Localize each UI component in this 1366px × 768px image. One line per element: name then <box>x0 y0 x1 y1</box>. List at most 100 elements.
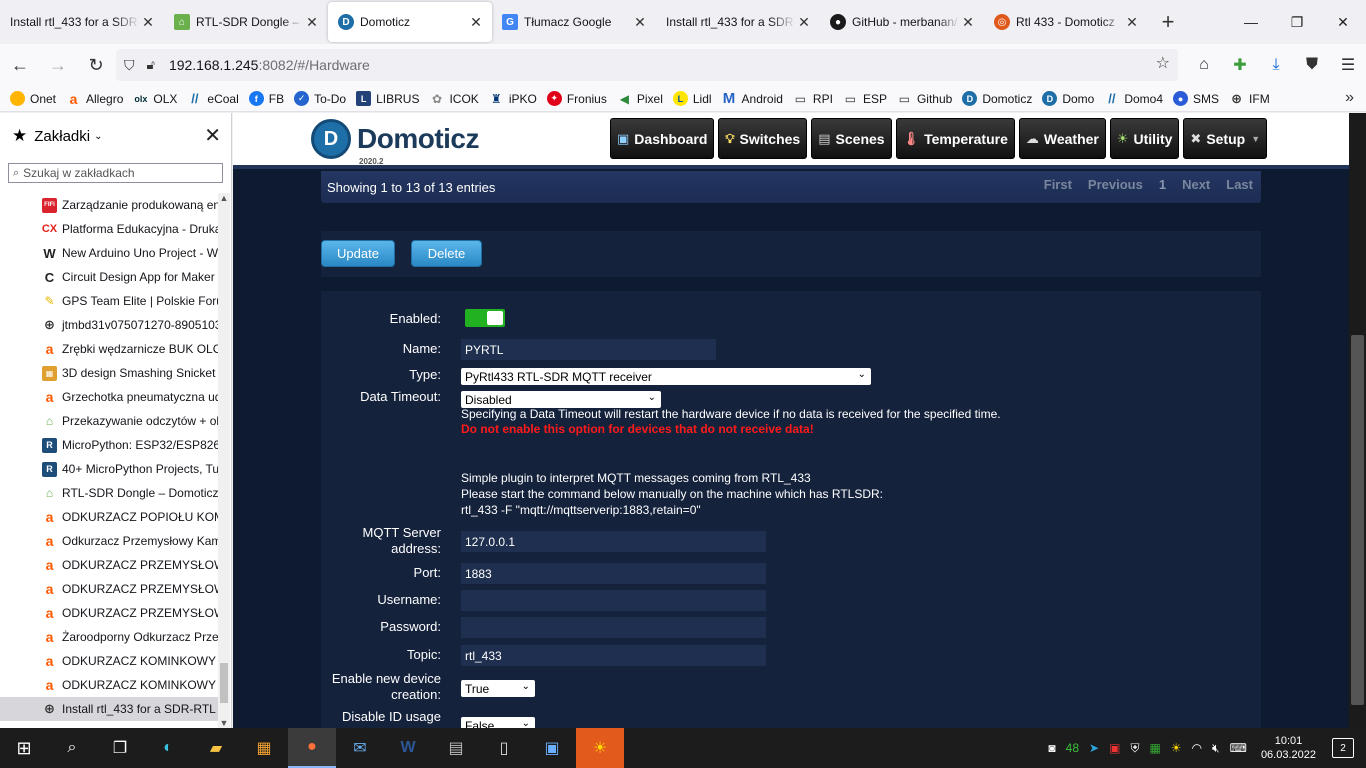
close-icon[interactable]: ✕ <box>632 14 648 31</box>
menu-scenes[interactable]: ▤ Scenes <box>811 118 892 159</box>
list-item[interactable]: R MicroPython: ESP32/ESP8266 <box>0 433 218 457</box>
menu-setup[interactable]: ✖ Setup ▼ <box>1183 118 1268 159</box>
scrollbar-thumb[interactable] <box>1351 335 1364 705</box>
home-icon[interactable]: ⌂ <box>1186 49 1222 81</box>
bookmark-star-icon[interactable]: ☆ <box>1156 53 1170 73</box>
bookmark-librus[interactable]: L LIBRUS <box>356 91 419 106</box>
close-window-icon[interactable]: ✕ <box>1320 0 1366 44</box>
port-input[interactable]: 1883 <box>461 563 766 584</box>
list-item[interactable]: ⊕ Install rtl_433 for a SDR-RTL D <box>0 697 218 721</box>
close-icon[interactable]: ✕ <box>960 14 976 31</box>
tray-app-icon[interactable]: ▣ <box>1109 741 1120 755</box>
list-item[interactable]: FIFI Zarządzanie produkowaną en <box>0 193 218 217</box>
bookmark-domo4[interactable]: // Domo4 <box>1104 91 1163 106</box>
task-view-icon[interactable]: ❐ <box>96 728 144 768</box>
defender-icon[interactable]: ⛨ <box>1130 741 1139 756</box>
maximize-icon[interactable]: ❐ <box>1274 0 1320 44</box>
bookmark-github[interactable]: ▭ Github <box>897 91 953 106</box>
speaker-muted-icon[interactable]: 🔇︎ <box>1212 741 1220 756</box>
firefox-icon[interactable]: ● <box>288 728 336 768</box>
file-explorer-icon[interactable]: ▰ <box>192 728 240 768</box>
pager-last[interactable]: Last <box>1222 177 1257 192</box>
download-icon[interactable]: ⤓ <box>1258 49 1294 81</box>
reload-icon[interactable]: ↻ <box>78 49 114 81</box>
pager-first[interactable]: First <box>1040 177 1076 192</box>
tab-domoticz[interactable]: D Domoticz ✕ <box>328 2 492 42</box>
new-device-select[interactable]: True ⌄ <box>461 680 535 697</box>
list-item[interactable]: a Odkurzacz Przemysłowy Kam <box>0 529 218 553</box>
ublock-icon[interactable]: ⛊ <box>1294 49 1330 81</box>
username-input[interactable] <box>461 590 766 611</box>
menu-temperature[interactable]: 🌡︎ Temperature <box>895 118 1015 159</box>
topic-input[interactable]: rtl_433 <box>461 645 766 666</box>
close-icon[interactable]: ✕ <box>204 123 221 148</box>
menu-switches[interactable]: 💡︎ Switches <box>718 118 808 159</box>
scrollbar-thumb[interactable] <box>220 663 228 703</box>
menu-utility[interactable]: ☀ Utility <box>1109 118 1180 159</box>
tab-rtl433-forum[interactable]: ◎ Rtl 433 - Domoticz ✕ <box>984 0 1148 44</box>
list-item[interactable]: W New Arduino Uno Project - W <box>0 241 218 265</box>
close-icon[interactable]: ✕ <box>1124 14 1140 31</box>
camera-icon[interactable]: ◙ <box>1048 741 1055 755</box>
tab-install-rtl433-2[interactable]: Install rtl_433 for a SDR-RTL ✕ <box>656 0 820 44</box>
list-item[interactable]: CX Platforma Edukacyjna - Druka <box>0 217 218 241</box>
bookmark-icok[interactable]: ✿ ICOK <box>429 91 479 106</box>
delete-button[interactable]: Delete <box>411 240 482 267</box>
bookmark-fb[interactable]: f FB <box>248 91 284 106</box>
bookmark-ecoal[interactable]: // eCoal <box>187 91 238 106</box>
bookmark-fronius[interactable]: ✦ Fronius <box>546 91 607 106</box>
telegram-icon[interactable]: ➤ <box>1089 741 1099 755</box>
tab-install-rtl433-1[interactable]: Install rtl_433 for a SDR-RTL ✕ <box>0 0 164 44</box>
keyboard-icon[interactable]: ⌨ <box>1230 741 1247 755</box>
type-select[interactable]: PyRtl433 RTL-SDR MQTT receiver ⌄ <box>461 368 871 385</box>
close-icon[interactable]: ✕ <box>140 14 156 31</box>
pager-page-1[interactable]: 1 <box>1155 177 1170 192</box>
domoticz-logo[interactable]: D Domoticz 2020.2 <box>311 119 480 166</box>
list-item[interactable]: R 40+ MicroPython Projects, Tu <box>0 457 218 481</box>
tab-github[interactable]: ● GitHub - merbanan/ ✕ <box>820 0 984 44</box>
sidebar-search-input[interactable]: ⌕ Szukaj w zakładkach <box>8 163 223 183</box>
list-item[interactable]: C Circuit Design App for Maker <box>0 265 218 289</box>
more-bookmarks-icon[interactable]: » <box>1345 89 1354 107</box>
tray-app-icon[interactable]: ▦ <box>1149 741 1160 755</box>
document-icon[interactable]: ▯ <box>480 728 528 768</box>
close-icon[interactable]: ✕ <box>796 14 812 31</box>
page-scrollbar[interactable] <box>1349 113 1366 728</box>
forward-arrow-icon[interactable]: → <box>40 49 76 81</box>
insecure-lock-icon[interactable]: 🔓︎ <box>147 57 155 73</box>
edge-icon[interactable]: ◐ <box>144 728 192 768</box>
bookmark-pixel[interactable]: ◀ Pixel <box>617 91 663 106</box>
calculator-icon[interactable]: ▤ <box>432 728 480 768</box>
name-input[interactable]: PYRTL <box>461 339 716 360</box>
shield-icon[interactable]: ⛉ <box>124 57 135 74</box>
menu-dashboard[interactable]: ▣ Dashboard <box>610 118 715 159</box>
sidebar-scrollbar[interactable]: ▲ ▼ <box>218 193 230 728</box>
update-button[interactable]: Update <box>321 240 395 267</box>
store-icon[interactable]: ▦ <box>240 728 288 768</box>
list-item[interactable]: a ODKURZACZ PRZEMYSŁOWY <box>0 601 218 625</box>
list-item[interactable]: ⌂ Przekazywanie odczytów + ol <box>0 409 218 433</box>
menu-icon[interactable]: ☰ <box>1330 49 1366 81</box>
close-icon[interactable]: ✕ <box>304 14 320 31</box>
pager-next[interactable]: Next <box>1178 177 1214 192</box>
pager-previous[interactable]: Previous <box>1084 177 1147 192</box>
close-icon[interactable]: ✕ <box>468 14 484 31</box>
bookmark-domoticz[interactable]: D Domoticz <box>962 91 1032 106</box>
list-item[interactable]: ✎ GPS Team Elite | Polskie Forur <box>0 289 218 313</box>
minimize-icon[interactable]: — <box>1228 0 1274 44</box>
windows-start-icon[interactable]: ⊞ <box>0 728 48 768</box>
bookmark-sms[interactable]: ● SMS <box>1173 91 1219 106</box>
bookmark-ifm[interactable]: ⊕ IFM <box>1229 91 1270 106</box>
enabled-toggle[interactable] <box>465 309 505 327</box>
mail-icon[interactable]: ✉ <box>336 728 384 768</box>
network-tool-icon[interactable]: ▣ <box>528 728 576 768</box>
search-icon[interactable]: ⌕ <box>48 728 96 768</box>
bookmark-domo[interactable]: D Domo <box>1042 91 1094 106</box>
url-bar[interactable]: ⛉ 🔓︎ 192.168.1.245:8082/#/Hardware ☆ <box>116 49 1178 81</box>
back-arrow-icon[interactable]: ← <box>2 49 38 81</box>
list-item[interactable]: a ODKURZACZ PRZEMYSŁOWY <box>0 577 218 601</box>
bookmark-allegro[interactable]: a Allegro <box>66 91 124 107</box>
notifications-icon[interactable]: 2 <box>1332 738 1354 758</box>
word-icon[interactable]: W <box>384 728 432 768</box>
menu-weather[interactable]: ☁ Weather <box>1018 118 1106 159</box>
